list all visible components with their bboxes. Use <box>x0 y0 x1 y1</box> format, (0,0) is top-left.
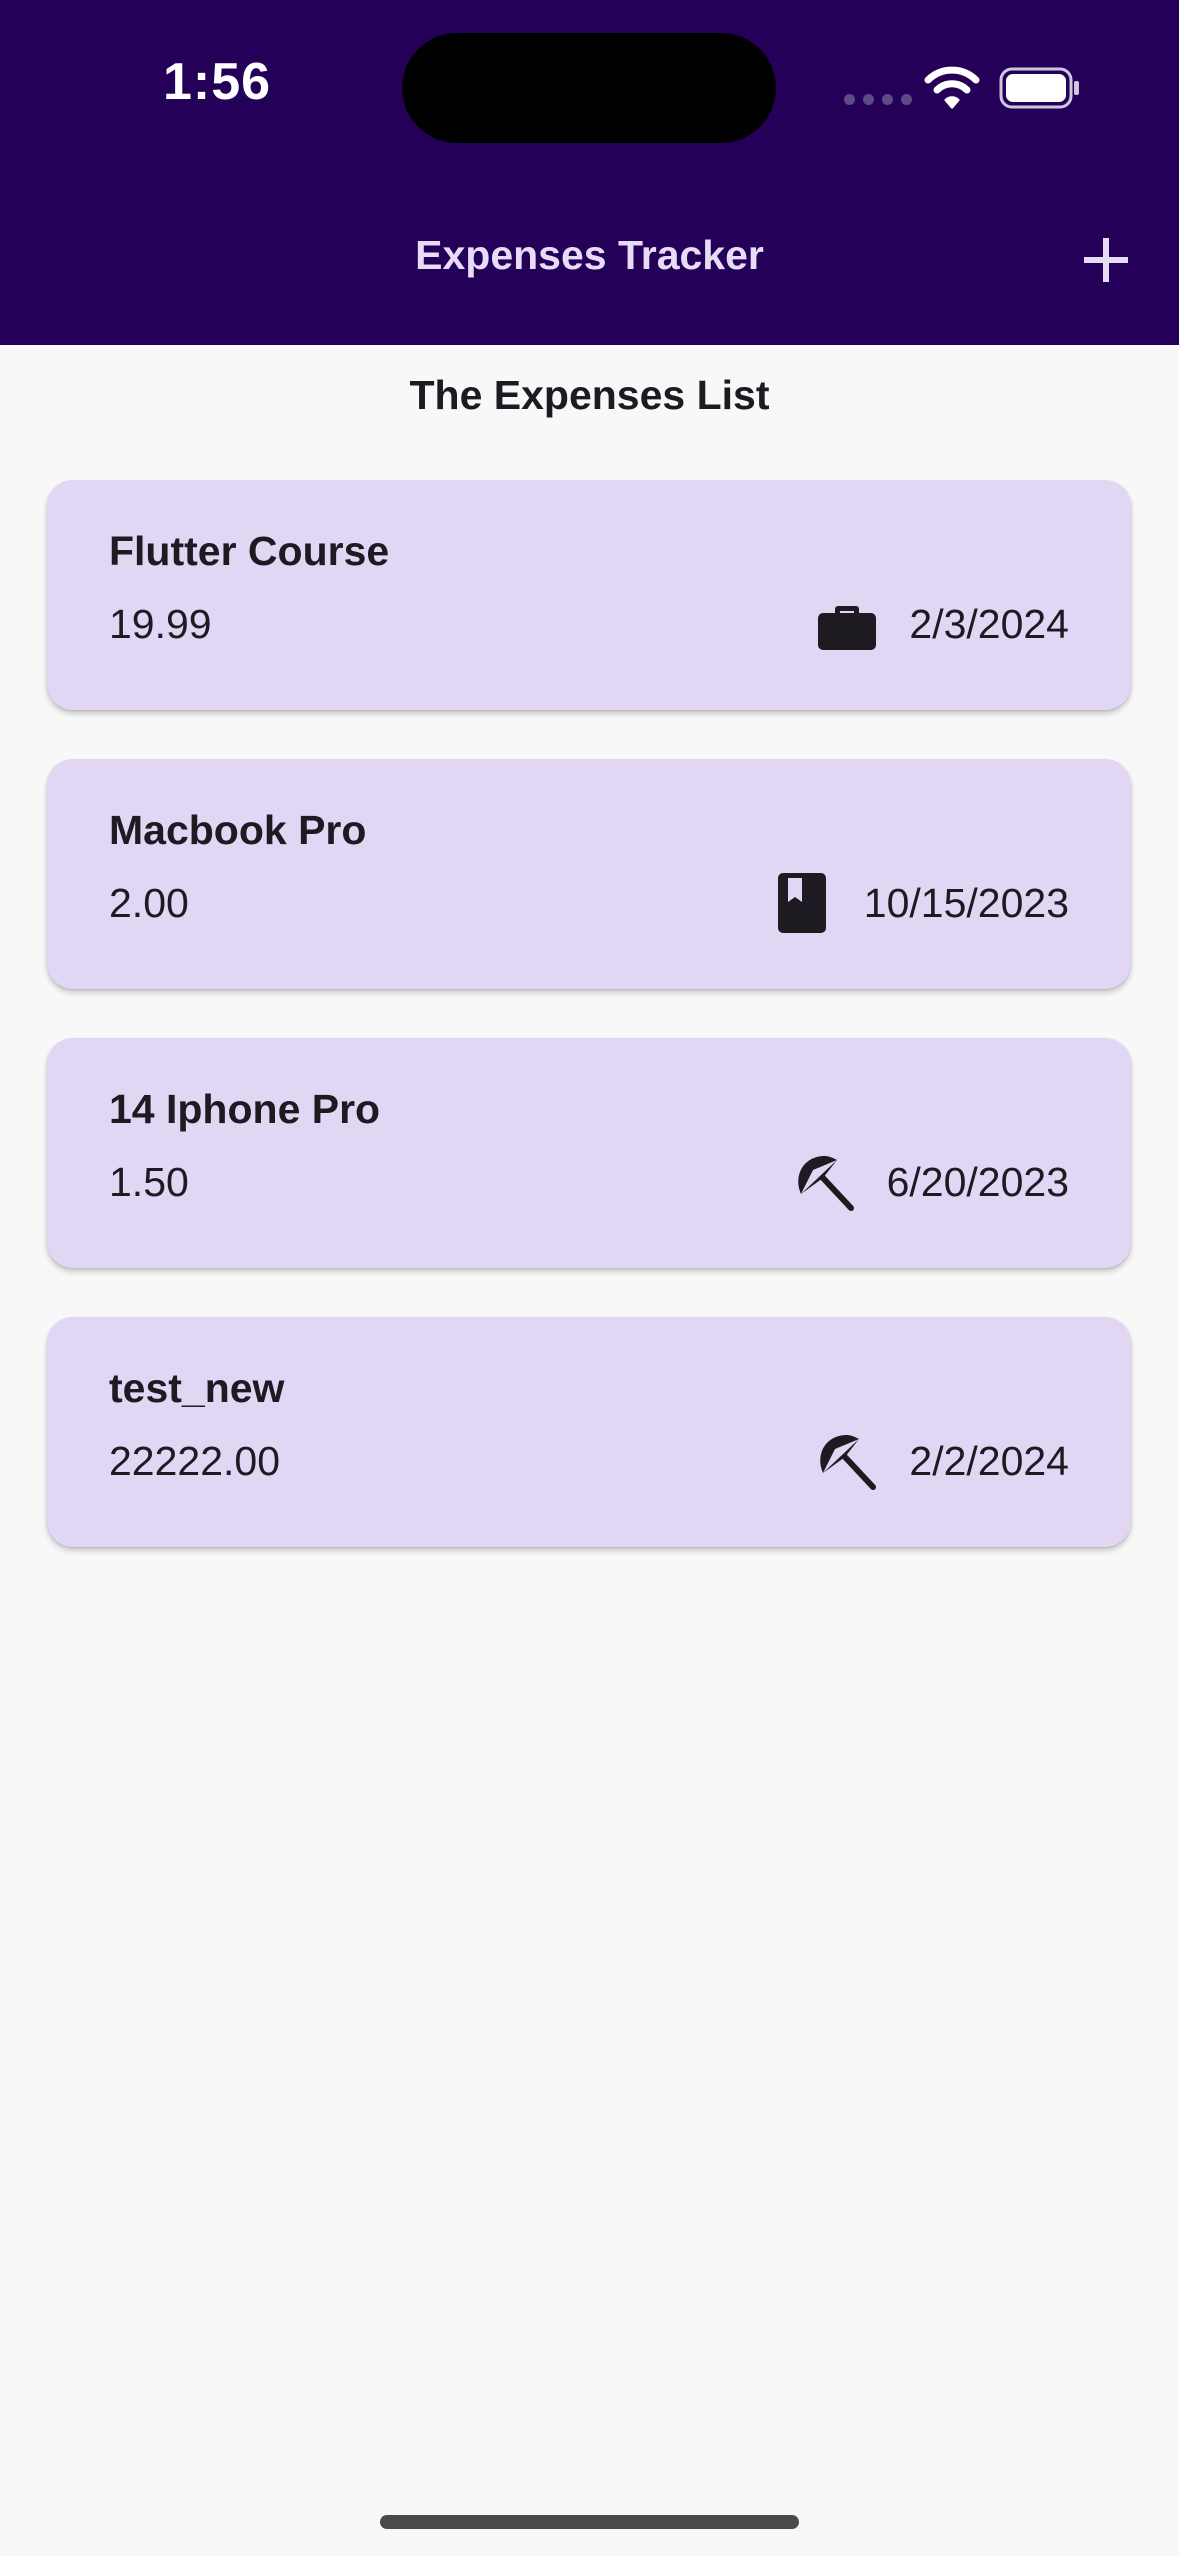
page-title: Expenses Tracker <box>415 232 764 278</box>
expense-date: 2/2/2024 <box>909 1437 1069 1484</box>
battery-icon <box>999 67 1079 109</box>
expense-card[interactable]: test_new 22222.00 2/2/2024 <box>47 1317 1131 1547</box>
expense-title: 14 Iphone Pro <box>109 1086 381 1132</box>
expense-card[interactable]: Macbook Pro 2.00 10/15/2023 <box>47 759 1131 989</box>
beach-umbrella-icon <box>820 1435 877 1490</box>
book-icon <box>777 873 826 933</box>
expense-title: Macbook Pro <box>109 807 367 853</box>
expense-amount: 2.00 <box>109 880 189 926</box>
expense-date: 10/15/2023 <box>863 879 1069 926</box>
wifi-icon <box>924 66 980 109</box>
expense-card[interactable]: Flutter Course 19.99 2/3/2024 <box>47 480 1131 710</box>
home-indicator[interactable] <box>380 2515 799 2529</box>
expense-amount: 22222.00 <box>109 1438 281 1484</box>
expense-card[interactable]: 14 Iphone Pro 1.50 6/20/2023 <box>47 1038 1131 1268</box>
plus-icon <box>1084 238 1128 282</box>
app-bar: 1:56 Expenses Tracker <box>0 0 1179 345</box>
status-time: 1:56 <box>163 53 272 111</box>
cellular-signal-icon <box>844 94 912 105</box>
expense-title: test_new <box>109 1365 285 1411</box>
expense-date: 2/3/2024 <box>909 600 1069 647</box>
expense-amount: 19.99 <box>109 601 212 647</box>
expense-date: 6/20/2023 <box>886 1158 1069 1205</box>
add-expense-button[interactable] <box>1076 230 1136 290</box>
expense-amount: 1.50 <box>109 1159 189 1205</box>
list-heading: The Expenses List <box>409 372 770 418</box>
briefcase-icon <box>818 606 877 650</box>
expense-title: Flutter Course <box>109 528 390 574</box>
beach-umbrella-icon <box>797 1156 854 1211</box>
dynamic-island <box>402 33 776 143</box>
